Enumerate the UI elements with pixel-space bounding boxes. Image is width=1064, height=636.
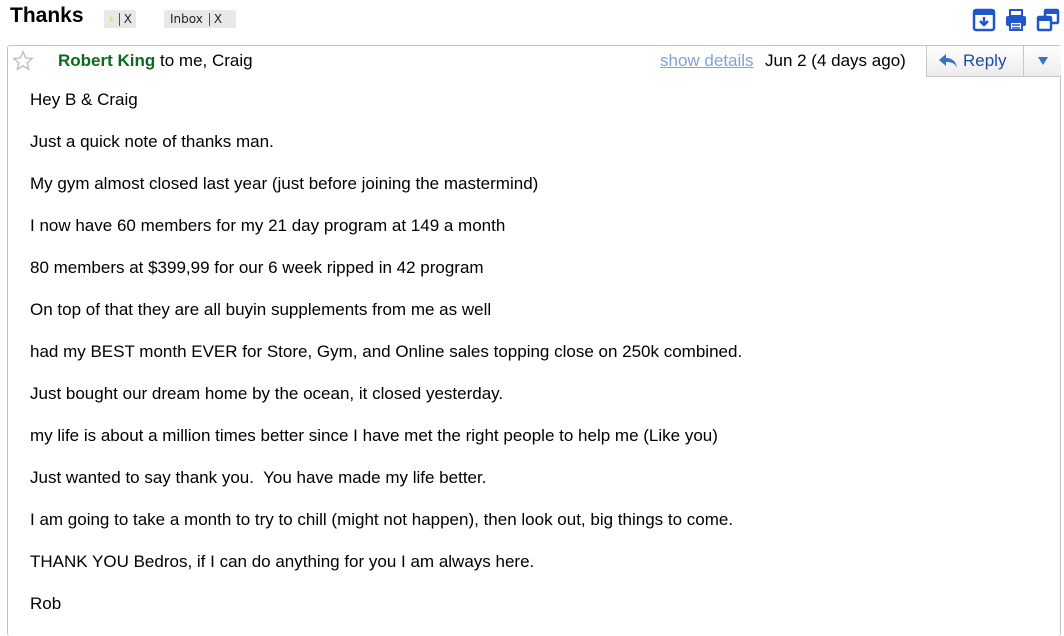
- reply-button[interactable]: Reply: [927, 46, 1024, 76]
- more-options-button[interactable]: [1024, 46, 1061, 76]
- body-line: I now have 60 members for my 21 day prog…: [30, 216, 506, 235]
- message-body: Hey B & Craig Just a quick note of thank…: [30, 90, 742, 636]
- thread-subject: Thanks: [10, 4, 84, 27]
- remove-inbox-label-button[interactable]: X: [214, 12, 226, 26]
- print-icon[interactable]: [1004, 8, 1028, 32]
- thread-actions: [972, 8, 1060, 32]
- label-chip-inbox[interactable]: Inbox X: [164, 10, 236, 28]
- reply-label: Reply: [963, 51, 1007, 70]
- body-line: 80 members at $399,99 for our 6 week rip…: [30, 258, 484, 277]
- thread-header: Thanks X Inbox X: [0, 0, 1064, 42]
- body-line: Just a quick note of thanks man.: [30, 132, 274, 151]
- body-line: On top of that they are all buyin supple…: [30, 300, 492, 319]
- message-header: Robert King to me, Craig show details Ju…: [8, 46, 1061, 77]
- body-line: my life is about a million times better …: [30, 426, 718, 445]
- body-line: Just wanted to say thank you. You have m…: [30, 468, 487, 487]
- body-line: I am going to take a month to try to chi…: [30, 510, 734, 529]
- remove-label-button[interactable]: X: [124, 12, 136, 26]
- body-line: had my BEST month EVER for Store, Gym, a…: [30, 342, 743, 361]
- label-inbox-text: Inbox: [170, 12, 203, 26]
- label-tag-icon: [110, 17, 114, 21]
- sender-name[interactable]: Robert King: [58, 51, 155, 70]
- reply-button-group: Reply: [926, 46, 1061, 77]
- body-line: Rob: [30, 594, 62, 613]
- reply-arrow-icon: [939, 54, 957, 68]
- message-date: Jun 2 (4 days ago): [765, 51, 906, 70]
- body-line: My gym almost closed last year (just bef…: [30, 174, 539, 193]
- show-details-link[interactable]: show details: [660, 51, 754, 71]
- archive-icon[interactable]: [972, 8, 996, 32]
- body-line: Just bought our dream home by the ocean,…: [30, 384, 504, 403]
- chevron-down-icon: [1037, 57, 1048, 65]
- label-chip-tag[interactable]: X: [104, 10, 136, 28]
- star-icon[interactable]: [12, 50, 34, 72]
- sender-line: Robert King to me, Craig: [58, 51, 253, 71]
- new-window-icon[interactable]: [1036, 8, 1060, 32]
- recipients: to me, Craig: [160, 51, 253, 70]
- body-line: Hey B & Craig: [30, 90, 138, 109]
- body-line: THANK YOU Bedros, if I can do anything f…: [30, 552, 535, 571]
- message-card: Robert King to me, Craig show details Ju…: [7, 45, 1061, 636]
